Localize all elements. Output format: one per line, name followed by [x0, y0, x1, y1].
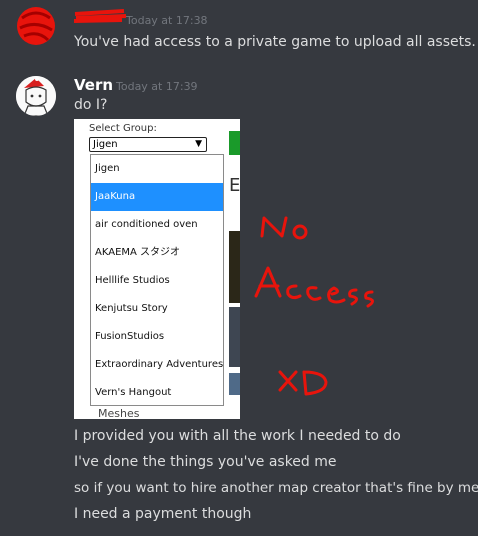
message-text: I provided you with all the work I neede…: [74, 428, 401, 444]
annotation-no: [260, 216, 308, 240]
message-text: I need a payment though: [74, 506, 252, 522]
message-text: so if you want to hire another map creat…: [74, 480, 478, 496]
annotation-xd: [278, 370, 328, 396]
annotation-access: [254, 266, 374, 308]
message-text: I've done the things you've asked me: [74, 454, 337, 470]
